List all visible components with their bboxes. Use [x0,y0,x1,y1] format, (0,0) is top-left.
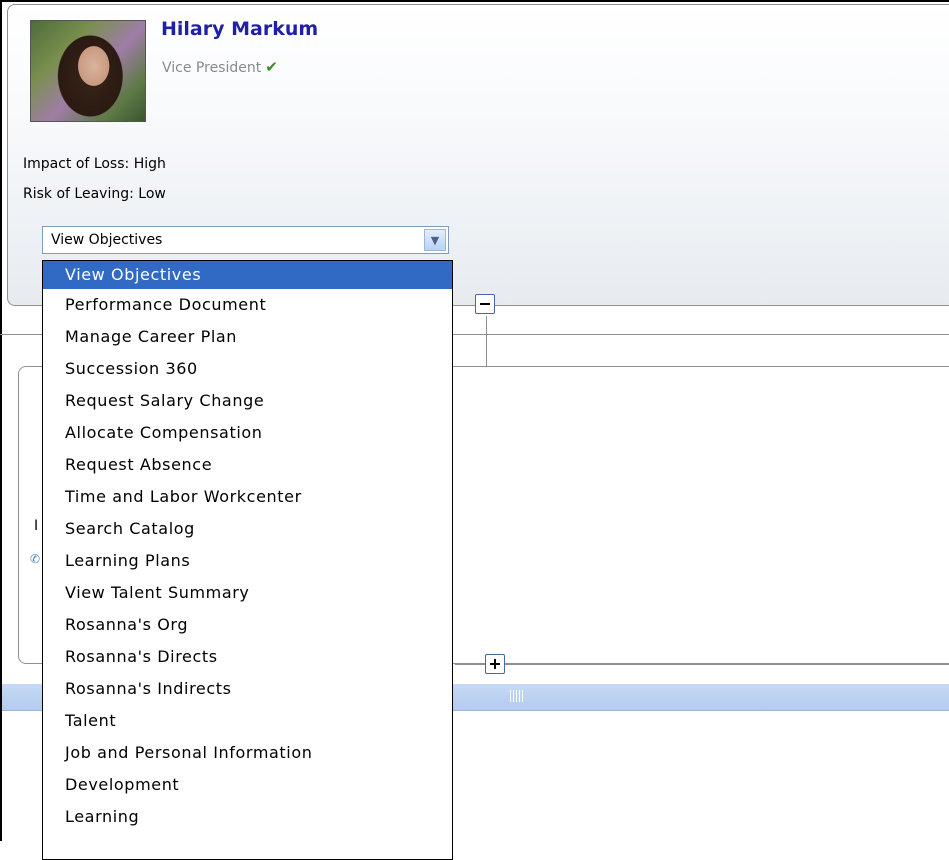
collapse-toggle[interactable] [475,294,495,314]
dropdown-option[interactable]: Allocate Compensation [43,417,452,449]
chevron-down-icon[interactable]: ▼ [424,229,446,251]
profile-name[interactable]: Hilary Markum [161,18,318,40]
dropdown-option[interactable]: View Talent Summary [43,577,452,609]
dropdown-option[interactable]: Search Catalog [43,513,452,545]
window-border-left [0,0,2,841]
dropdown-option[interactable]: Rosanna's Org [43,609,452,641]
dropdown-option[interactable]: Job and Personal Information [43,737,452,769]
phone-icon: ✆ [30,552,41,566]
dropdown-option[interactable]: Learning Plans [43,545,452,577]
actions-select-value: View Objectives [51,232,163,248]
window-border-top [0,0,949,2]
dropdown-option[interactable]: Request Absence [43,449,452,481]
dropdown-option[interactable]: Rosanna's Indirects [43,673,452,705]
dropdown-option[interactable]: Learning [43,801,452,833]
impact-of-loss: Impact of Loss: High [23,156,166,172]
minus-icon [480,303,490,305]
dropdown-option[interactable]: Talent [43,705,452,737]
dropdown-option[interactable]: Time and Labor Workcenter [43,481,452,513]
dropdown-option[interactable]: Manage Career Plan [43,321,452,353]
actions-dropdown-list: View Objectives Performance Document Manag… [42,260,453,860]
check-icon: ✔ [265,58,278,76]
connector-line [455,664,949,665]
profile-title: Vice President ✔ [162,58,278,76]
dropdown-option[interactable]: Development [43,769,452,801]
risk-of-leaving: Risk of Leaving: Low [23,186,166,202]
grip-icon[interactable] [510,690,524,702]
dropdown-option[interactable]: Request Salary Change [43,385,452,417]
report-card-label: I [34,518,39,534]
dropdown-option[interactable]: View Objectives [43,261,452,289]
dropdown-option[interactable]: Performance Document [43,289,452,321]
dropdown-option[interactable]: Succession 360 [43,353,452,385]
dropdown-option[interactable]: Rosanna's Directs [43,641,452,673]
expand-toggle[interactable] [485,654,505,674]
connector-line [486,316,487,366]
plus-icon-v [494,659,496,669]
actions-select[interactable]: View Objectives ▼ [42,226,449,254]
profile-title-text: Vice President [162,60,262,76]
profile-photo[interactable] [30,20,146,122]
